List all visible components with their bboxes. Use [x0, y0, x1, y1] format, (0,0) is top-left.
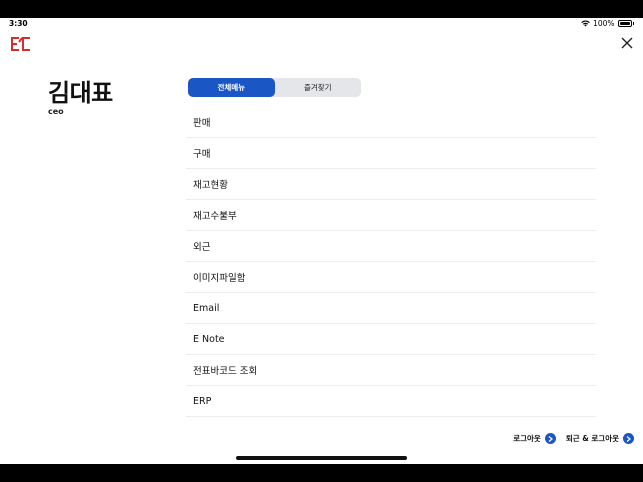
- bottom-letterbox: [0, 464, 643, 482]
- menu-item-field-work[interactable]: 외근: [186, 231, 596, 262]
- chevron-right-icon: [544, 433, 556, 444]
- menu-item-image-files[interactable]: 이미지파일함: [186, 262, 596, 293]
- menu-item-erp[interactable]: ERP: [186, 386, 596, 417]
- status-bar: 3:30 100%: [0, 18, 643, 30]
- ec-logo-icon[interactable]: [10, 36, 32, 52]
- menu-item-inventory-ledger[interactable]: 재고수불부: [186, 200, 596, 231]
- wifi-icon: [581, 20, 590, 27]
- menu-item-email[interactable]: Email: [186, 293, 596, 324]
- leave-logout-label: 퇴근 & 로그아웃: [565, 434, 619, 443]
- menu-item-e-note[interactable]: E Note: [186, 324, 596, 355]
- user-name: 김대표: [48, 79, 113, 107]
- menu-tabs: 전체메뉴 즐겨찾기: [188, 78, 361, 97]
- logout-label: 로그아웃: [513, 434, 541, 443]
- battery-tip: [632, 22, 634, 25]
- menu-item-barcode-lookup[interactable]: 전표바코드 조회: [186, 355, 596, 386]
- app-screen: 3:30 100% 김대표 ceo 전체메뉴 즐겨찾기 판매 구매 재고현황 재…: [0, 0, 643, 482]
- tab-favorites[interactable]: 즐겨찾기: [275, 78, 362, 97]
- footer-actions: 로그아웃 퇴근 & 로그아웃: [513, 433, 634, 444]
- battery-percent: 100%: [593, 19, 615, 28]
- menu-item-inventory-status[interactable]: 재고현황: [186, 169, 596, 200]
- status-time: 3:30: [9, 19, 28, 28]
- battery-icon: [617, 20, 632, 27]
- user-role: ceo: [48, 107, 64, 116]
- logout-button[interactable]: 로그아웃: [513, 433, 556, 444]
- chevron-right-icon: [623, 433, 634, 444]
- home-indicator[interactable]: [236, 456, 407, 460]
- leave-logout-button[interactable]: 퇴근 & 로그아웃: [566, 433, 634, 444]
- menu-list: 판매 구매 재고현황 재고수불부 외근 이미지파일함 Email E Note …: [186, 107, 596, 417]
- top-letterbox: [0, 0, 643, 18]
- close-icon[interactable]: [620, 36, 634, 50]
- menu-item-purchase[interactable]: 구매: [186, 138, 596, 169]
- status-indicators: 100%: [581, 19, 634, 28]
- menu-item-sales[interactable]: 판매: [186, 107, 596, 138]
- tab-all-menu[interactable]: 전체메뉴: [188, 78, 275, 97]
